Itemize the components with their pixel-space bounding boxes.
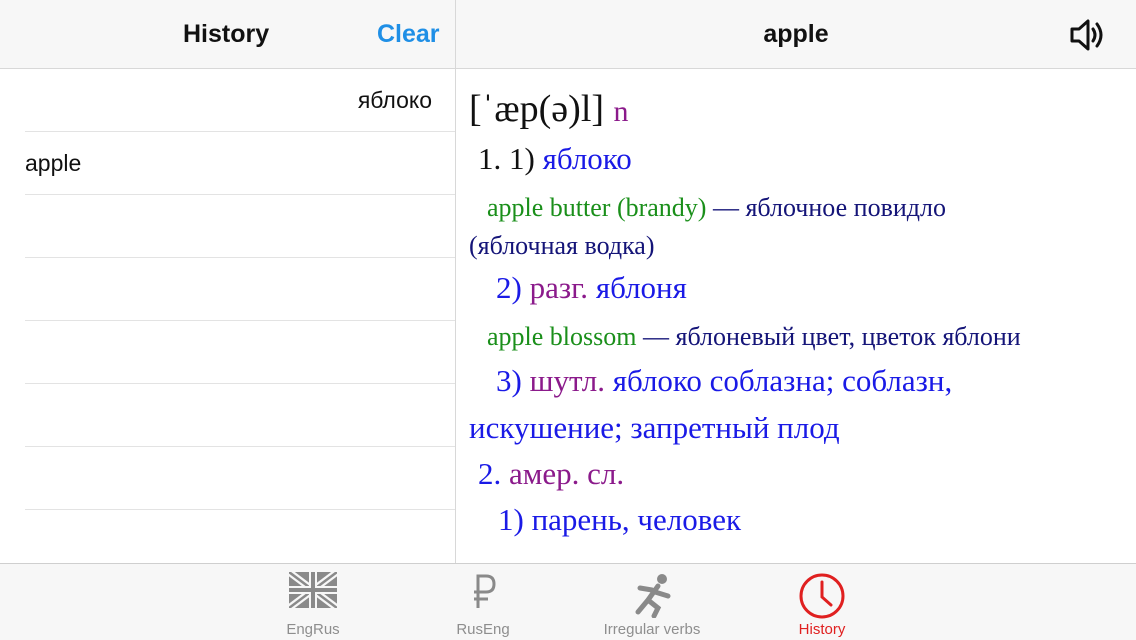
tab-history[interactable]: History xyxy=(722,564,922,640)
sense-2-1: 1) парень, человек xyxy=(498,502,742,537)
example-2: apple blossom — яблоневый цвет, цветок я… xyxy=(487,322,1021,351)
article-nav-bar: apple xyxy=(456,0,1136,69)
sense-1-1: 1. 1) яблоко xyxy=(478,141,632,176)
ruble-icon xyxy=(474,574,496,608)
history-title: History xyxy=(183,20,270,48)
empty-row xyxy=(25,321,455,384)
uk-flag-icon xyxy=(289,572,337,608)
sense-1-3: 3) шутл. яблоко соблазна; соблазн, xyxy=(496,363,953,398)
empty-row xyxy=(25,258,455,321)
empty-row xyxy=(25,447,455,510)
transcription: [ˈæp(ə)l] xyxy=(469,88,605,130)
part-of-speech: n xyxy=(613,95,629,128)
example-1: apple butter (brandy) — яблочное повидло xyxy=(487,193,946,222)
sense-1-3-cont: искушение; запретный плод xyxy=(469,410,840,445)
history-nav-bar: History Clear xyxy=(0,0,455,69)
tab-bar: EngRus RusEng Irregular verbs History xyxy=(0,563,1136,640)
empty-row xyxy=(25,195,455,258)
history-list: яблоко apple xyxy=(0,69,455,563)
article-title: apple xyxy=(763,20,829,48)
running-man-icon xyxy=(635,574,671,618)
sense-2: 2. амер. сл. xyxy=(478,456,625,491)
sense-1-2: 2) разг. яблоня xyxy=(496,270,687,305)
dictionary-article: [ˈæp(ə)l] n 1. 1) яблоко apple butter (b… xyxy=(456,69,1136,563)
clock-icon xyxy=(799,573,845,619)
history-item[interactable]: apple xyxy=(25,132,455,195)
headword-line: [ˈæp(ə)l] n xyxy=(469,87,629,131)
speaker-icon[interactable] xyxy=(1069,15,1109,55)
example-1-cont: (яблочная водка) xyxy=(469,231,655,260)
history-item[interactable]: яблоко xyxy=(25,69,455,132)
clear-button[interactable]: Clear xyxy=(377,0,440,68)
empty-row xyxy=(25,384,455,447)
tab-history-label: History xyxy=(798,621,846,638)
